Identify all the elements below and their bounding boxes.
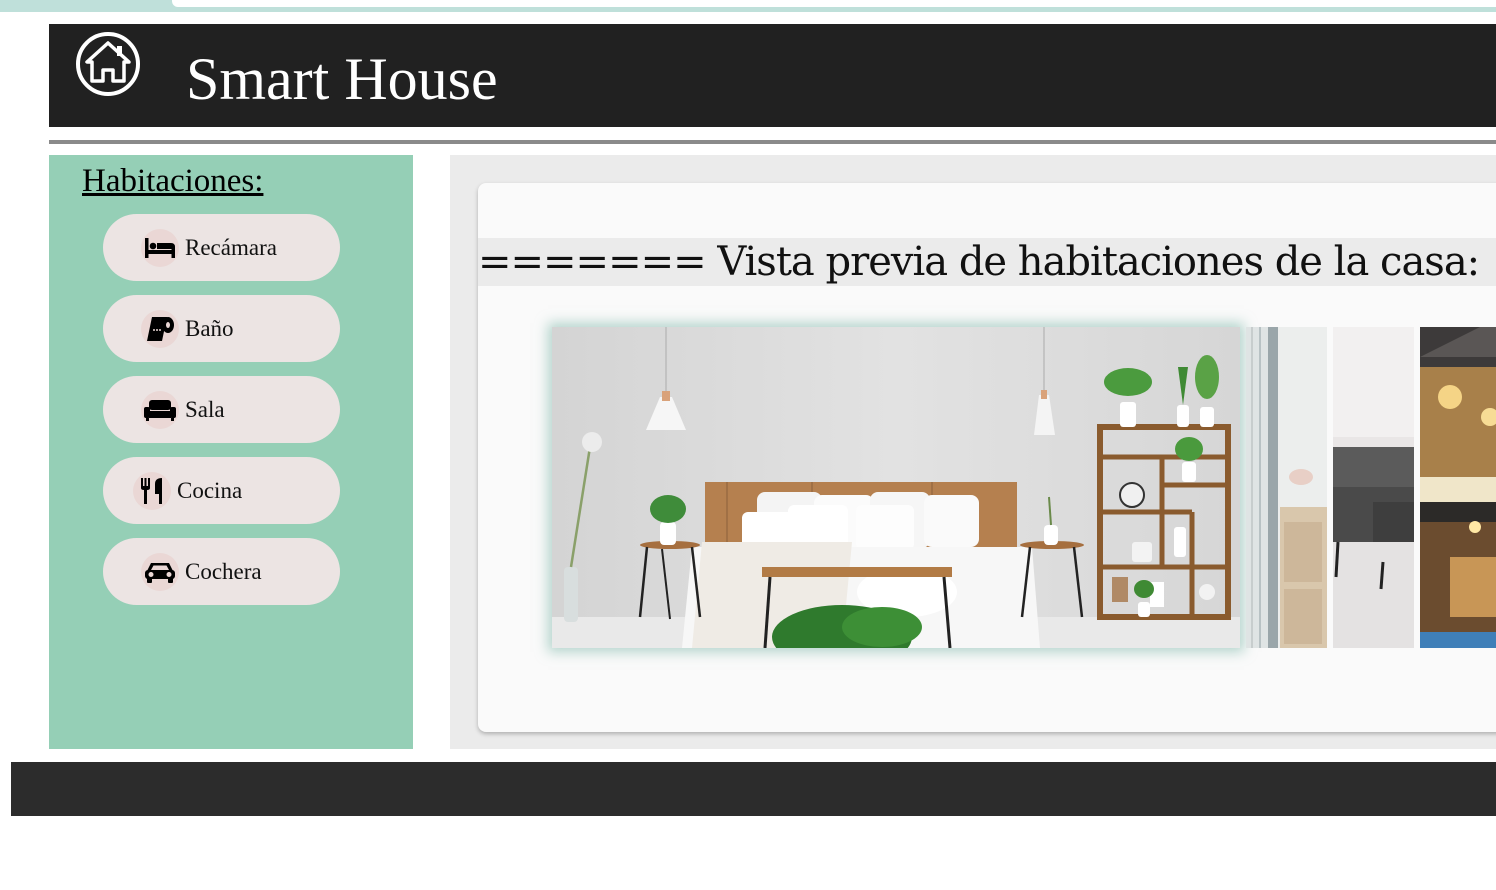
living-room-image bbox=[1333, 327, 1414, 648]
room-button-recamara[interactable]: Recámara bbox=[103, 214, 340, 281]
room-button-label: Baño bbox=[185, 315, 234, 341]
car-icon bbox=[141, 552, 179, 591]
room-button-cocina[interactable]: Cocina bbox=[103, 457, 340, 524]
bathroom-image bbox=[1246, 327, 1327, 648]
room-button-label: Sala bbox=[185, 396, 225, 422]
room-button-label: Cochera bbox=[185, 558, 262, 584]
room-button-label: Recámara bbox=[185, 234, 277, 260]
room-button-label: Cocina bbox=[177, 477, 243, 503]
main-content: ======= Vista previa de habitaciones de … bbox=[450, 155, 1496, 749]
slide-bathroom[interactable] bbox=[1246, 327, 1327, 648]
bedroom-image bbox=[552, 327, 1240, 648]
room-button-cochera[interactable]: Cochera bbox=[103, 538, 340, 605]
room-button-sala[interactable]: Sala bbox=[103, 376, 340, 443]
garage-image bbox=[1420, 327, 1496, 648]
site-header: Smart House bbox=[49, 24, 1496, 127]
home-icon[interactable] bbox=[75, 31, 141, 97]
sidebar: Habitaciones: Recámara Baño Sala Cocina … bbox=[49, 155, 413, 749]
site-footer bbox=[11, 762, 1496, 816]
couch-icon bbox=[141, 390, 179, 429]
slide-bedroom[interactable] bbox=[552, 327, 1240, 648]
preview-card: ======= Vista previa de habitaciones de … bbox=[478, 183, 1496, 732]
browser-tab-edge bbox=[172, 0, 1496, 7]
sidebar-title: Habitaciones: bbox=[82, 163, 264, 199]
bed-icon bbox=[141, 228, 179, 267]
preview-heading: ======= Vista previa de habitaciones de … bbox=[478, 238, 1496, 286]
toilet-paper-icon bbox=[141, 309, 179, 348]
slide-living-room[interactable] bbox=[1333, 327, 1414, 648]
room-button-bano[interactable]: Baño bbox=[103, 295, 340, 362]
slide-garage[interactable] bbox=[1420, 327, 1496, 648]
utensils-icon bbox=[133, 471, 171, 510]
browser-tab-strip bbox=[0, 0, 1496, 12]
site-title: Smart House bbox=[186, 46, 498, 112]
header-divider bbox=[49, 140, 1496, 144]
